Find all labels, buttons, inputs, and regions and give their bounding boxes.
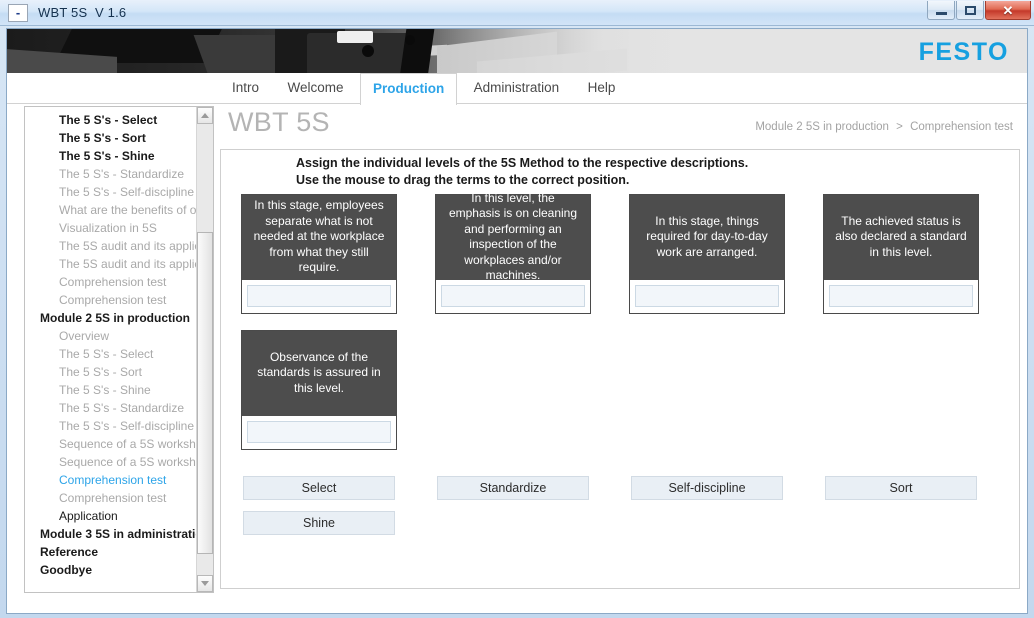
- sidebar-scrollbar[interactable]: [196, 107, 213, 592]
- drag-target-card-2: In this level, the emphasis is on cleani…: [435, 191, 591, 314]
- window-titlebar: - WBT 5S V 1.6 ✕: [0, 0, 1034, 26]
- page-header: WBT 5S Module 2 5S in production > Compr…: [220, 104, 1027, 149]
- app-icon: -: [8, 3, 28, 22]
- draggable-term-self-discipline[interactable]: Self-discipline: [631, 476, 783, 500]
- card-description-1: In this stage, employees separate what i…: [242, 195, 396, 280]
- drag-target-card-4: The achieved status is also declared a s…: [823, 194, 979, 314]
- arrow-down-icon: [201, 581, 209, 586]
- maximize-icon: [964, 5, 976, 15]
- festo-logo: FESTO: [918, 38, 1009, 66]
- drag-target-card-5: Observance of the standards is assured i…: [241, 330, 397, 450]
- sidebar-item-sort-1[interactable]: The 5 S's - Sort: [25, 129, 197, 147]
- instruction-line-2: Use the mouse to drag the terms to the c…: [296, 172, 630, 187]
- tab-help[interactable]: Help: [576, 73, 628, 104]
- minimize-icon: [935, 11, 947, 15]
- sidebar-item-shine-1[interactable]: The 5 S's - Shine: [25, 147, 197, 165]
- window-controls: ✕: [926, 1, 1031, 20]
- tab-production[interactable]: Production: [359, 73, 458, 105]
- sidebar-item-module-3[interactable]: Module 3 5S in administration: [25, 525, 197, 543]
- sidebar-item-comprehension-2[interactable]: Comprehension test: [25, 291, 197, 309]
- scrollbar-track[interactable]: [197, 124, 213, 575]
- sidebar-item-comprehension-1[interactable]: Comprehension test: [25, 273, 197, 291]
- arrow-up-icon: [201, 113, 209, 118]
- sidebar-item-select-1[interactable]: The 5 S's - Select: [25, 111, 197, 129]
- sidebar-item-application[interactable]: Application: [25, 507, 197, 525]
- card-description-2: In this level, the emphasis is on cleani…: [436, 191, 590, 282]
- card-description-3: In this stage, things required for day-t…: [630, 195, 784, 280]
- breadcrumb-parent[interactable]: Module 2 5S in production: [755, 121, 889, 133]
- drop-zone-2[interactable]: [441, 285, 585, 307]
- sidebar-item-shine-2[interactable]: The 5 S's - Shine: [25, 381, 197, 399]
- drop-zone-4[interactable]: [829, 285, 973, 307]
- page-title: WBT 5S: [228, 107, 330, 137]
- maximize-button[interactable]: [956, 1, 984, 20]
- scroll-up-button[interactable]: [197, 107, 213, 124]
- sidebar-item-self-discipline-2[interactable]: The 5 S's - Self-discipline: [25, 417, 197, 435]
- breadcrumb-current: Comprehension test: [910, 121, 1013, 133]
- tab-intro[interactable]: Intro: [220, 73, 271, 104]
- sidebar-item-reference[interactable]: Reference: [25, 543, 197, 561]
- sidebar-item-select-2[interactable]: The 5 S's - Select: [25, 345, 197, 363]
- draggable-term-standardize[interactable]: Standardize: [437, 476, 589, 500]
- client-area: FESTO Intro Welcome Production Administr…: [6, 28, 1028, 614]
- tab-welcome[interactable]: Welcome: [275, 73, 355, 104]
- sidebar-navigation: The 5 S's - Select The 5 S's - Sort The …: [24, 106, 214, 593]
- draggable-term-sort[interactable]: Sort: [825, 476, 977, 500]
- window-title: WBT 5S V 1.6: [38, 5, 127, 20]
- sidebar-item-module-2[interactable]: Module 2 5S in production: [25, 309, 197, 327]
- close-icon: ✕: [1002, 2, 1014, 18]
- header-banner-image: FESTO: [7, 29, 1027, 73]
- sidebar-item-audit-1[interactable]: The 5S audit and its application: [25, 237, 197, 255]
- sidebar-item-standardize-1[interactable]: The 5 S's - Standardize: [25, 165, 197, 183]
- close-button[interactable]: ✕: [985, 1, 1031, 20]
- drag-target-card-3: In this stage, things required for day-t…: [629, 194, 785, 314]
- table-of-contents: The 5 S's - Select The 5 S's - Sort The …: [25, 107, 197, 592]
- sidebar-item-self-discipline-1[interactable]: The 5 S's - Self-discipline: [25, 183, 197, 201]
- sidebar-item-comprehension-3[interactable]: Comprehension test: [25, 471, 197, 489]
- minimize-button[interactable]: [927, 1, 955, 20]
- breadcrumb-separator: >: [896, 121, 903, 133]
- draggable-term-shine[interactable]: Shine: [243, 511, 395, 535]
- drop-zone-5[interactable]: [247, 421, 391, 443]
- scrollbar-thumb[interactable]: [197, 232, 213, 554]
- exercise-instructions: Assign the individual levels of the 5S M…: [296, 155, 748, 188]
- card-description-4: The achieved status is also declared a s…: [824, 195, 978, 280]
- content-pane: WBT 5S Module 2 5S in production > Compr…: [220, 104, 1027, 613]
- sidebar-item-sort-2[interactable]: The 5 S's - Sort: [25, 363, 197, 381]
- application-window: - WBT 5S V 1.6 ✕ FESTO Intro Welcome Pro…: [0, 0, 1034, 618]
- card-description-5: Observance of the standards is assured i…: [242, 331, 396, 416]
- drag-target-card-1: In this stage, employees separate what i…: [241, 194, 397, 314]
- drop-zone-3[interactable]: [635, 285, 779, 307]
- sidebar-item-audit-2[interactable]: The 5S audit and its application: [25, 255, 197, 273]
- drop-zone-1[interactable]: [247, 285, 391, 307]
- instruction-line-1: Assign the individual levels of the 5S M…: [296, 156, 749, 170]
- scroll-down-button[interactable]: [197, 575, 213, 592]
- sidebar-item-overview[interactable]: Overview: [25, 327, 197, 345]
- draggable-term-select[interactable]: Select: [243, 476, 395, 500]
- tab-administration[interactable]: Administration: [462, 73, 572, 104]
- sidebar-item-visualization[interactable]: Visualization in 5S: [25, 219, 197, 237]
- breadcrumb: Module 2 5S in production > Comprehensio…: [755, 121, 1013, 133]
- sidebar-item-workshop-2[interactable]: Sequence of a 5S workshop: [25, 453, 197, 471]
- sidebar-item-goodbye[interactable]: Goodbye: [25, 561, 197, 579]
- sidebar-item-standardize-2[interactable]: The 5 S's - Standardize: [25, 399, 197, 417]
- sidebar-item-workshop-1[interactable]: Sequence of a 5S workshop: [25, 435, 197, 453]
- exercise-panel: Assign the individual levels of the 5S M…: [220, 149, 1020, 589]
- main-tab-bar: Intro Welcome Production Administration …: [7, 73, 1027, 105]
- sidebar-item-comprehension-4[interactable]: Comprehension test: [25, 489, 197, 507]
- sidebar-item-benefits-of-order[interactable]: What are the benefits of order and: [25, 201, 197, 219]
